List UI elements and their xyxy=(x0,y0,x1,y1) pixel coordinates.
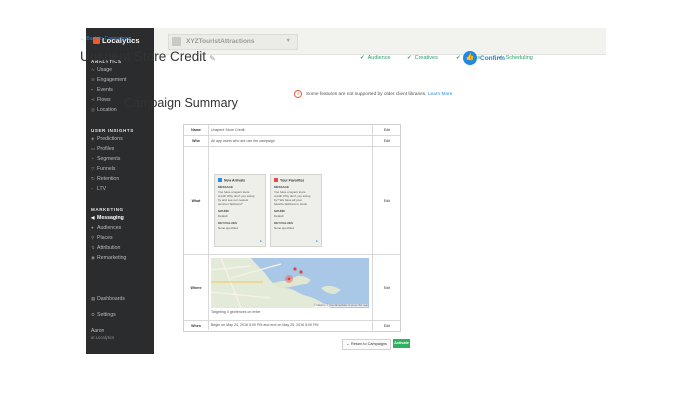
flows-icon: ⋖ xyxy=(91,97,95,102)
sidebar-item-engagement[interactable]: ≋ Engagement xyxy=(91,77,126,83)
top-bar: XYZTouristAttractions ▼ xyxy=(154,28,606,55)
segments-icon: ◔ xyxy=(91,156,94,161)
sidebar-item-audiences[interactable]: ● Audiences xyxy=(91,225,121,231)
attribution-icon: ↯ xyxy=(91,245,95,250)
creative-card-new-arrivals[interactable]: New Arrivals MESSAGE You have unspent st… xyxy=(214,174,266,247)
sidebar-item-attribution[interactable]: ↯ Attribution xyxy=(91,245,120,251)
sidebar-item-flows[interactable]: ⋖ Flows xyxy=(91,97,111,103)
table-row-name: Name Unspent Store Credit Edit xyxy=(184,125,400,136)
learn-more-link[interactable]: Learn More xyxy=(428,92,453,97)
sidebar-item-places[interactable]: ⚲ Places xyxy=(91,235,113,241)
predictions-icon: ◈ xyxy=(91,136,95,141)
events-icon: ▪ xyxy=(91,87,93,92)
user-name[interactable]: Aaron xyxy=(91,328,104,334)
step-audience[interactable]: ✔ Audience xyxy=(360,55,391,61)
retention-icon: ↻ xyxy=(91,176,95,181)
sidebar-section-user-insights: USER INSIGHTS xyxy=(91,128,134,133)
sidebar-item-profiles[interactable]: ▭ Profiles xyxy=(91,146,114,152)
compatibility-warning: ! Some features are not supported by olde… xyxy=(294,90,452,98)
ios-icon xyxy=(218,178,222,182)
ltv-icon: ▫ xyxy=(91,186,93,191)
sidebar-item-settings[interactable]: ⚙ Settings xyxy=(91,312,116,318)
sidebar-item-retention[interactable]: ↻ Retention xyxy=(91,176,119,182)
sidebar-item-predictions[interactable]: ◈ Predictions xyxy=(91,136,123,142)
signal-icon: ≋ xyxy=(91,77,95,82)
geofence-map[interactable]: © Mapbox © OpenStreetMap Improve this ma… xyxy=(211,258,369,308)
sidebar-item-usage[interactable]: ∿ Usage xyxy=(91,67,112,73)
pin-icon: ⚲ xyxy=(91,235,95,240)
app-icon xyxy=(172,37,181,46)
check-icon: ✔ xyxy=(407,55,412,61)
sidebar: Localytics ANALYTICS ∿ Usage ≋ Engagement … xyxy=(86,28,154,354)
table-row-who: Who All app users who are use ibe campai… xyxy=(184,136,400,147)
step-creatives[interactable]: ✔ Creatives xyxy=(407,55,438,61)
edit-button[interactable]: Edit xyxy=(372,255,401,320)
edit-button[interactable]: Edit xyxy=(372,136,401,146)
map-attribution[interactable]: © Mapbox © OpenStreetMap Improve this ma… xyxy=(313,304,368,307)
back-to-campaigns-link[interactable]: ← Back to Campaigns xyxy=(80,36,130,42)
thumbs-up-icon[interactable]: 👍 xyxy=(463,51,477,65)
activate-button[interactable]: Activate xyxy=(393,339,410,348)
megaphone-icon: ◀ xyxy=(91,215,95,220)
chevron-right-icon: ▸ xyxy=(316,239,318,243)
step-confirm[interactable]: Confirm xyxy=(480,55,505,62)
table-row-where: Where © Mapbox © OpenStreetMap Improve t… xyxy=(184,255,400,321)
check-icon: ✔ xyxy=(360,55,365,61)
sidebar-item-remarketing[interactable]: ◉ Remarketing xyxy=(91,255,126,261)
gear-icon: ⚙ xyxy=(91,312,96,317)
user-org: at Localytics xyxy=(91,335,115,340)
profile-icon: ▭ xyxy=(91,146,96,151)
sidebar-item-events[interactable]: ▪ Events xyxy=(91,87,113,93)
table-row-when: When Begin on May 24, 2016 5:00 PM and e… xyxy=(184,321,400,330)
dashboard-icon: ▦ xyxy=(91,296,96,301)
creative-card-your-favorites[interactable]: Your Favorites MESSAGE You have unspent … xyxy=(270,174,322,247)
funnel-icon: ▽ xyxy=(91,166,95,171)
app-name: XYZTouristAttractions xyxy=(186,38,255,45)
app-selector[interactable]: XYZTouristAttractions ▼ xyxy=(168,34,298,50)
summary-table: Name Unspent Store Credit Edit Who All a… xyxy=(183,124,401,332)
wave-icon: ∿ xyxy=(91,67,95,72)
page-title: Unspent Store Credit ✎ xyxy=(80,49,216,64)
sidebar-item-ltv[interactable]: ▫ LTV xyxy=(91,186,106,192)
pencil-icon[interactable]: ✎ xyxy=(209,54,216,63)
chevron-right-icon: ▸ xyxy=(260,239,262,243)
chevron-down-icon: ▼ xyxy=(285,38,291,44)
check-icon: ✔ xyxy=(456,55,461,61)
sidebar-item-messaging[interactable]: ◀ Messaging xyxy=(91,215,124,221)
sidebar-item-dashboards[interactable]: ▦ Dashboards xyxy=(91,296,125,302)
sidebar-item-location[interactable]: ◎ Location xyxy=(91,107,117,113)
campaign-summary-heading: Campaign Summary xyxy=(124,96,238,110)
warning-icon: ! xyxy=(294,90,302,98)
table-row-what: What New Arrivals MESSAGE You have unspe… xyxy=(184,147,400,255)
edit-button[interactable]: Edit xyxy=(372,321,401,330)
audiences-icon: ● xyxy=(91,225,94,230)
sidebar-item-funnels[interactable]: ▽ Funnels xyxy=(91,166,115,172)
sidebar-section-marketing: MARKETING xyxy=(91,207,124,212)
return-to-campaigns-button[interactable]: ← Return to Campaigns xyxy=(342,339,391,350)
sidebar-item-segments[interactable]: ◔ Segments xyxy=(91,156,120,162)
edit-button[interactable]: Edit xyxy=(372,125,401,135)
android-icon xyxy=(274,178,278,182)
edit-button[interactable]: Edit xyxy=(372,147,401,254)
remarketing-icon: ◉ xyxy=(91,255,95,260)
globe-icon: ◎ xyxy=(91,107,95,112)
map-graphic xyxy=(211,258,369,308)
